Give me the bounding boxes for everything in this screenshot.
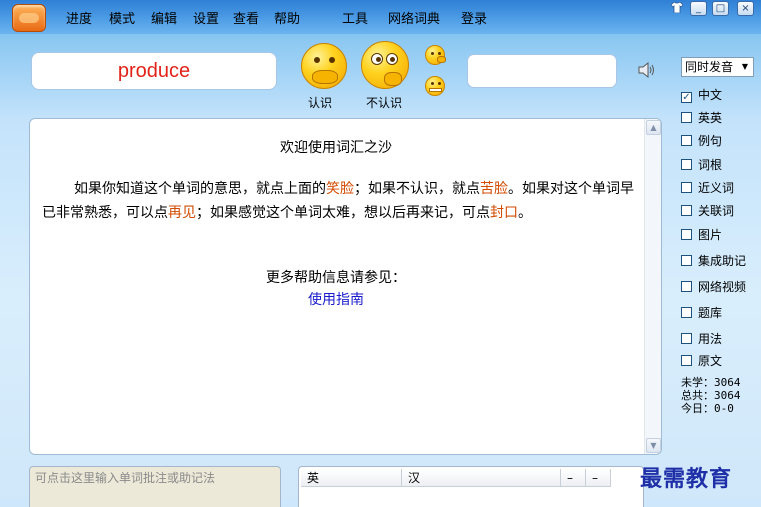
dont-know-label: 不认识 (366, 96, 403, 110)
word-display: produce (31, 52, 277, 90)
option-7[interactable]: 集成助记 (681, 253, 746, 269)
menu-login[interactable]: 登录 (461, 8, 487, 27)
option-label: 网络视频 (698, 280, 747, 294)
minimize-button[interactable]: _ (690, 1, 707, 16)
option-checkbox[interactable] (681, 333, 692, 344)
speaker-icon[interactable] (637, 60, 657, 80)
vertical-scrollbar[interactable]: ▲ ▼ (644, 119, 661, 454)
menu-settings[interactable]: 设置 (193, 8, 219, 27)
option-label: 近义词 (698, 181, 735, 195)
word-table[interactable]: 英 汉 – – (298, 466, 644, 507)
help-text: ；如果不认识，就点 (354, 181, 480, 197)
option-label: 原文 (698, 354, 723, 368)
option-checkbox[interactable] (681, 159, 692, 170)
pronunciation-select[interactable]: 同时发音 ▼ (681, 57, 754, 77)
menu-tools[interactable]: 工具 (342, 8, 368, 27)
option-checkbox[interactable] (681, 355, 692, 366)
column-header-4[interactable]: – (586, 469, 611, 487)
column-header-3[interactable]: – (561, 469, 586, 487)
goodbye-face-icon[interactable] (425, 45, 446, 65)
option-label: 图片 (698, 228, 723, 242)
option-2[interactable]: 例句 (681, 133, 722, 149)
option-checkbox[interactable] (681, 112, 692, 123)
seal-face-icon[interactable] (425, 76, 445, 96)
note-input[interactable]: 可点击这里输入单词批注或助记法 (29, 466, 281, 507)
help-text: ；如果感觉这个单词太难，想以后再来记，可点 (196, 205, 490, 221)
option-0[interactable]: ✓ 中文 (681, 87, 722, 103)
option-checkbox[interactable] (681, 205, 692, 216)
know-label: 认识 (308, 96, 333, 110)
scroll-down-icon[interactable]: ▼ (646, 438, 661, 453)
bitter-keyword: 苦脸 (480, 181, 508, 197)
user-guide-link[interactable]: 使用指南 (30, 289, 642, 309)
option-label: 例句 (698, 134, 723, 148)
seal-keyword: 封口 (490, 205, 518, 221)
option-checkbox[interactable] (681, 255, 692, 266)
goodbye-keyword: 再见 (168, 205, 196, 221)
option-1[interactable]: 英英 (681, 110, 722, 126)
menu-online-dictionary[interactable]: 网络词典 (388, 8, 440, 27)
menu-view[interactable]: 查看 (233, 8, 259, 27)
option-5[interactable]: 关联词 (681, 203, 734, 219)
option-checkbox[interactable] (681, 307, 692, 318)
option-checkbox[interactable] (681, 182, 692, 193)
option-checkbox[interactable] (681, 281, 692, 292)
option-checkbox[interactable] (681, 135, 692, 146)
option-label: 中文 (698, 88, 723, 102)
option-checkbox[interactable] (681, 229, 692, 240)
stats-panel: 未学：3064 总共：3064 今日：0-0 (681, 376, 741, 415)
welcome-title: 欢迎使用词汇之沙 (280, 140, 392, 156)
watermark-text: 最需教育 (640, 466, 733, 492)
pronunciation-select-value: 同时发音 (685, 60, 734, 74)
option-label: 用法 (698, 332, 723, 346)
skin-icon[interactable] (671, 2, 683, 13)
dont-know-face-icon[interactable] (361, 41, 409, 89)
option-label: 集成助记 (698, 254, 747, 268)
option-11[interactable]: 原文 (681, 353, 722, 369)
option-label: 词根 (698, 158, 723, 172)
explanation-panel: 欢迎使用词汇之沙 如果你知道这个单词的意思，就点上面的笑脸；如果不认识，就点苦脸… (29, 118, 662, 455)
option-9[interactable]: 题库 (681, 305, 722, 321)
app-logo-icon[interactable] (12, 4, 46, 32)
option-checkbox[interactable]: ✓ (681, 92, 692, 103)
option-8[interactable]: 网络视频 (681, 279, 746, 295)
menubar: 进度 模式 编辑 设置 查看 帮助 工具 网络词典 登录 _ □ × (0, 0, 761, 34)
close-button[interactable]: × (737, 1, 754, 16)
chevron-down-icon: ▼ (741, 62, 749, 71)
help-paragraph: 如果你知道这个单词的意思，就点上面的笑脸；如果不认识，就点苦脸。如果对这个单词早… (42, 177, 640, 225)
option-label: 英英 (698, 111, 723, 125)
option-label: 关联词 (698, 204, 735, 218)
menu-edit[interactable]: 编辑 (151, 8, 177, 27)
option-6[interactable]: 图片 (681, 227, 722, 243)
unlearned-count: 未学：3064 (681, 376, 741, 389)
total-count: 总共：3064 (681, 389, 741, 402)
menu-progress[interactable]: 进度 (66, 8, 92, 27)
scroll-up-icon[interactable]: ▲ (646, 120, 661, 135)
option-label: 题库 (698, 306, 723, 320)
help-text: 。 (518, 205, 532, 221)
know-smile-face-icon[interactable] (301, 43, 347, 89)
column-header-english[interactable]: 英 (301, 469, 402, 487)
smile-keyword: 笑脸 (326, 181, 354, 197)
today-count: 今日：0-0 (681, 402, 734, 415)
option-10[interactable]: 用法 (681, 331, 722, 347)
menu-help[interactable]: 帮助 (274, 8, 300, 27)
option-3[interactable]: 词根 (681, 157, 722, 173)
note-placeholder: 可点击这里输入单词批注或助记法 (35, 471, 216, 485)
column-header-chinese[interactable]: 汉 (402, 469, 561, 487)
help-text: 如果你知道这个单词的意思，就点上面的 (74, 181, 326, 197)
maximize-button[interactable]: □ (712, 1, 729, 16)
more-help-text: 更多帮助信息请参见： (266, 270, 406, 286)
answer-input[interactable] (467, 54, 617, 88)
menu-mode[interactable]: 模式 (109, 8, 135, 27)
option-4[interactable]: 近义词 (681, 180, 734, 196)
